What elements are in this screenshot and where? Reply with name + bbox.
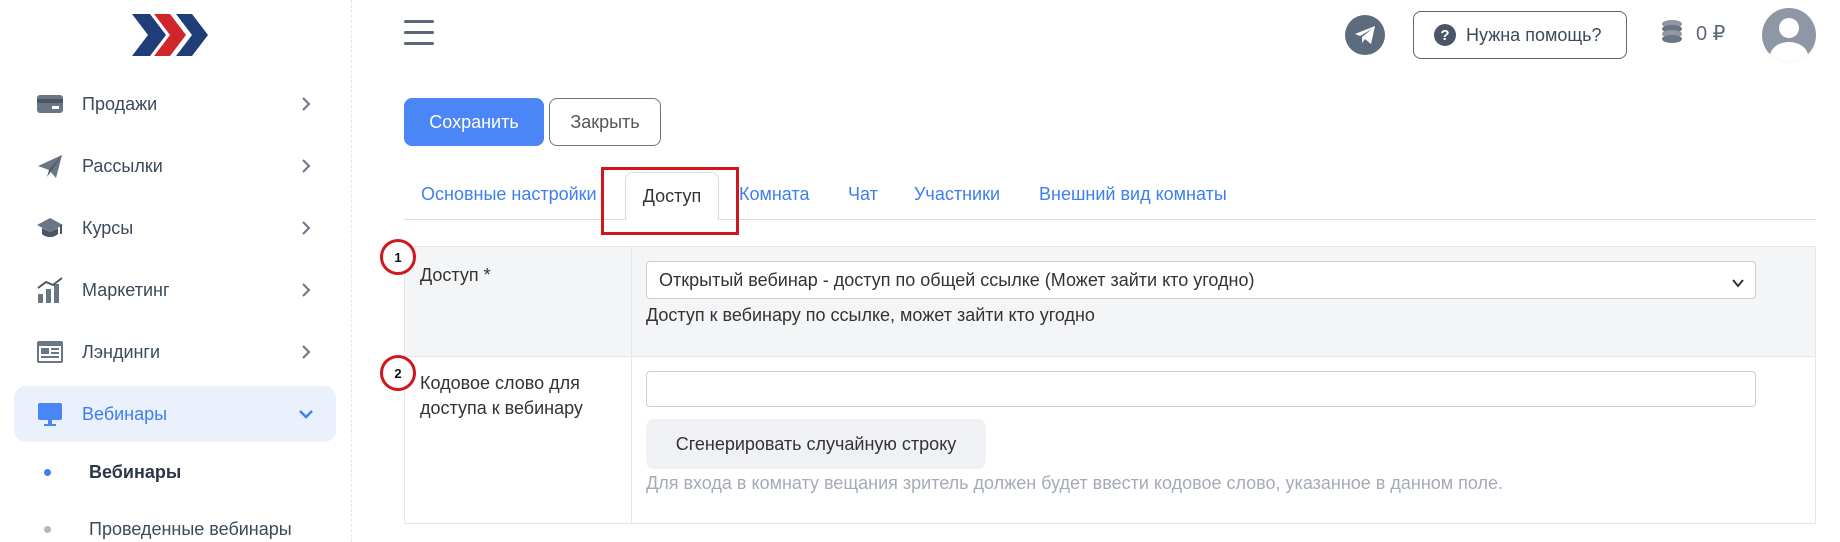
telegram-icon[interactable] xyxy=(1345,15,1385,55)
sidebar-subitem-webinars[interactable]: Вебинары xyxy=(44,462,181,483)
access-hint: Доступ к вебинару по ссылке, может зайти… xyxy=(646,305,1095,325)
codeword-label: Кодовое слово для доступа к вебинару xyxy=(420,373,583,418)
bullet-icon xyxy=(44,526,51,533)
chevron-right-icon xyxy=(296,342,316,362)
coins-icon xyxy=(1658,18,1690,48)
question-icon: ? xyxy=(1434,24,1456,46)
sidebar-subitem-label: Проведенные вебинары xyxy=(89,519,292,539)
generate-random-button[interactable]: Сгенерировать случайную строку xyxy=(646,419,986,469)
chevron-right-icon xyxy=(296,218,316,238)
tab-participants[interactable]: Участники xyxy=(914,184,1000,205)
card-icon xyxy=(36,90,64,118)
sidebar-item-webinars[interactable]: Вебинары xyxy=(14,386,336,442)
graduation-cap-icon xyxy=(36,214,64,242)
sidebar-subitem-past-webinars[interactable]: Проведенные вебинары xyxy=(44,519,292,540)
sidebar-item-courses[interactable]: Курсы xyxy=(14,200,336,256)
monitor-icon xyxy=(36,400,64,428)
bullet-icon xyxy=(44,469,51,476)
tab-room[interactable]: Комната xyxy=(739,184,809,205)
chevron-down-icon xyxy=(296,404,316,424)
save-button[interactable]: Сохранить xyxy=(404,98,544,146)
annotation-badge-2: 2 xyxy=(380,355,416,391)
sidebar-item-label: Продажи xyxy=(82,93,158,114)
access-select[interactable]: Открытый вебинар - доступ по общей ссылк… xyxy=(646,261,1756,299)
sidebar-subitem-label: Вебинары xyxy=(89,462,182,482)
sidebar-item-marketing[interactable]: Маркетинг xyxy=(14,262,336,318)
logo-icon[interactable] xyxy=(132,12,212,58)
tab-room-appearance[interactable]: Внешний вид комнаты xyxy=(1039,184,1227,205)
access-label: Доступ * xyxy=(420,265,491,285)
access-form: Доступ * Открытый вебинар - доступ по об… xyxy=(404,246,1816,524)
sidebar-item-landings[interactable]: Лэндинги xyxy=(14,324,336,380)
tab-chat[interactable]: Чат xyxy=(848,184,878,205)
annotation-badge-1: 1 xyxy=(380,239,416,275)
landing-page-icon xyxy=(36,338,64,366)
sidebar-item-label: Курсы xyxy=(82,217,134,238)
chevron-right-icon xyxy=(296,280,316,300)
close-button[interactable]: Закрыть xyxy=(549,98,661,146)
chevron-down-icon xyxy=(1731,274,1745,288)
chart-icon xyxy=(36,276,64,304)
help-button-label: Нужна помощь? xyxy=(1466,24,1602,45)
access-select-value: Открытый вебинар - доступ по общей ссылк… xyxy=(659,269,1255,290)
codeword-hint: Для входа в комнату вещания зритель долж… xyxy=(646,473,1504,493)
codeword-input[interactable] xyxy=(646,371,1756,407)
chevron-right-icon xyxy=(296,94,316,114)
sidebar-item-label: Маркетинг xyxy=(82,279,170,300)
menu-toggle-icon[interactable] xyxy=(404,20,434,46)
sidebar: Продажи Рассылки Курсы Маркетинг Лэндинг… xyxy=(0,0,352,542)
help-button[interactable]: ? Нужна помощь? xyxy=(1413,11,1627,59)
column-divider xyxy=(631,247,632,523)
chevron-right-icon xyxy=(296,156,316,176)
sidebar-item-sales[interactable]: Продажи xyxy=(14,76,336,132)
balance[interactable]: 0 ₽ xyxy=(1658,18,1725,48)
sidebar-item-label: Лэндинги xyxy=(82,341,161,362)
avatar[interactable] xyxy=(1762,8,1816,62)
sidebar-item-label: Рассылки xyxy=(82,155,163,176)
tab-highlight-frame xyxy=(601,167,739,235)
tab-main-settings[interactable]: Основные настройки xyxy=(421,184,597,205)
sidebar-item-label: Вебинары xyxy=(82,403,168,424)
balance-value: 0 ₽ xyxy=(1696,22,1726,45)
sidebar-item-mailings[interactable]: Рассылки xyxy=(14,138,336,194)
paper-plane-icon xyxy=(36,152,64,180)
